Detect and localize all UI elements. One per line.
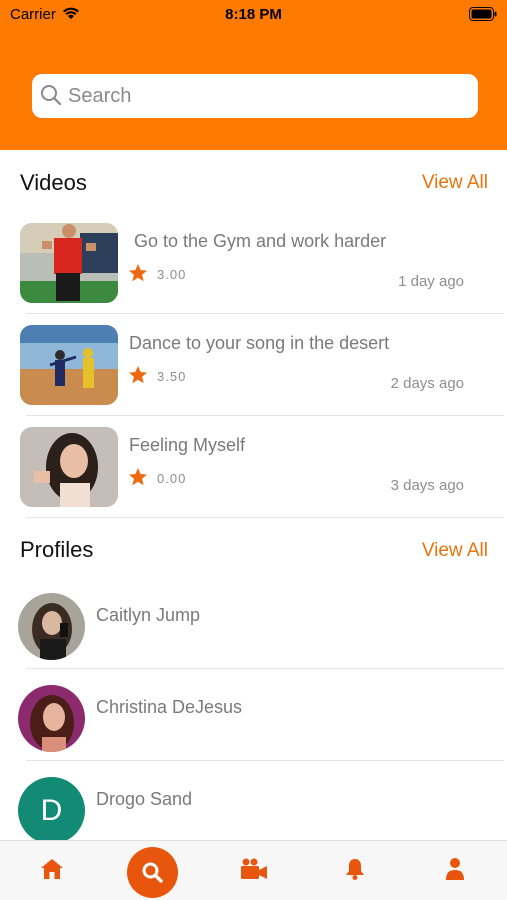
tab-bar [0, 840, 507, 900]
tab-search[interactable] [127, 847, 178, 898]
tab-videos[interactable] [222, 841, 282, 900]
profiles-title: Profiles [20, 537, 94, 562]
profile-name: Caitlyn Jump [96, 605, 201, 625]
divider [26, 668, 504, 669]
divider [26, 517, 504, 518]
video-rating: 3.50 [157, 369, 187, 384]
header: Carrier 8:18 PM Search [0, 0, 507, 150]
profile-list-item[interactable]: Caitlyn Jump [0, 593, 507, 685]
divider [26, 313, 504, 314]
video-title: Go to the Gym and work harder [134, 231, 387, 251]
divider [26, 415, 504, 416]
tab-notifications[interactable] [326, 841, 386, 900]
star-icon [128, 365, 148, 390]
video-thumbnail [20, 427, 118, 507]
profile-name: Christina DeJesus [96, 697, 243, 717]
video-time-ago: 3 days ago [390, 477, 464, 494]
video-thumbnail [20, 223, 118, 303]
star-icon [128, 263, 148, 288]
video-rating: 0.00 [157, 471, 187, 486]
search-placeholder: Search [68, 85, 132, 107]
video-time-ago: 2 days ago [390, 375, 464, 392]
video-rating: 3.00 [157, 267, 187, 282]
video-time-ago: 1 day ago [398, 273, 464, 290]
tab-profile[interactable] [426, 841, 486, 900]
video-list-item[interactable]: Dance to your song in the desert 3.50 2 … [0, 325, 507, 425]
video-thumbnail [20, 325, 118, 405]
divider [26, 760, 504, 761]
status-time: 8:18 PM [225, 6, 282, 23]
video-list-item[interactable]: Go to the Gym and work harder 3.00 1 day… [0, 223, 507, 323]
video-title: Dance to your song in the desert [129, 333, 390, 353]
battery-icon [469, 7, 497, 26]
avatar [18, 593, 85, 660]
videos-title: Videos [20, 170, 87, 195]
search-input[interactable]: Search [32, 74, 478, 118]
star-icon [128, 467, 148, 492]
profile-list-item[interactable]: Christina DeJesus [0, 685, 507, 777]
video-list-item[interactable]: Feeling Myself 0.00 3 days ago [0, 427, 507, 527]
profile-name: Drogo Sand [96, 789, 193, 809]
status-bar: Carrier 8:18 PM [0, 0, 507, 30]
avatar [18, 685, 85, 752]
avatar-initial: D [18, 777, 85, 844]
video-title: Feeling Myself [129, 435, 246, 455]
videos-view-all-link[interactable]: View All [422, 172, 488, 194]
tab-home[interactable] [22, 841, 82, 900]
search-icon [40, 84, 62, 111]
profiles-view-all-link[interactable]: View All [422, 540, 488, 562]
